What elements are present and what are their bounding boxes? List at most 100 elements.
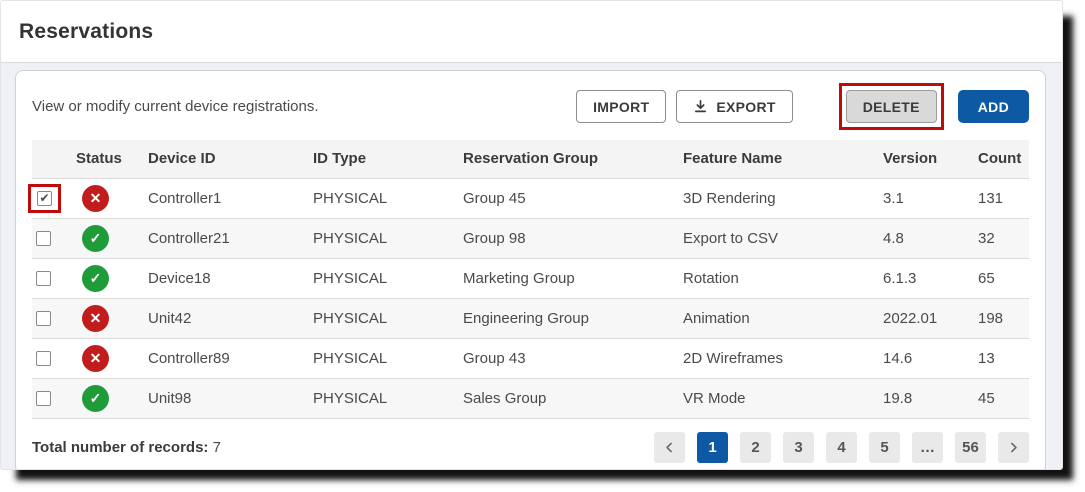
cell-id-type: PHYSICAL bbox=[309, 338, 459, 378]
column-header-feature-name: Feature Name bbox=[679, 140, 879, 178]
column-header-device-id: Device ID bbox=[144, 140, 309, 178]
cell-id-type: PHYSICAL bbox=[309, 298, 459, 338]
column-header-status: Status bbox=[72, 140, 144, 178]
cell-id-type: PHYSICAL bbox=[309, 258, 459, 298]
toolbar-actions: IMPORT EXPORT DELETE ADD bbox=[576, 83, 1029, 130]
cell-version: 19.8 bbox=[879, 378, 974, 418]
status-ok-icon: ✓ bbox=[82, 225, 109, 252]
cell-reservation-group: Engineering Group bbox=[459, 298, 679, 338]
cell-device-id: Unit42 bbox=[144, 298, 309, 338]
cell-version: 14.6 bbox=[879, 338, 974, 378]
import-button[interactable]: IMPORT bbox=[576, 90, 666, 123]
column-header-reservation-group: Reservation Group bbox=[459, 140, 679, 178]
page-button-56[interactable]: 56 bbox=[955, 432, 986, 463]
cell-feature-name: 2D Wireframes bbox=[679, 338, 879, 378]
cell-select: ✔ bbox=[32, 178, 72, 218]
app-window: Reservations View or modify current devi… bbox=[0, 0, 1063, 470]
cell-count: 198 bbox=[974, 298, 1029, 338]
cell-version: 3.1 bbox=[879, 178, 974, 218]
row-select-checkbox[interactable] bbox=[36, 231, 51, 246]
panel-toolbar: View or modify current device registrati… bbox=[32, 83, 1029, 130]
cell-version: 4.8 bbox=[879, 218, 974, 258]
column-header-count: Count bbox=[974, 140, 1029, 178]
row-select-checkbox[interactable] bbox=[36, 311, 51, 326]
status-error-icon: ✕ bbox=[82, 185, 109, 212]
cell-reservation-group: Group 43 bbox=[459, 338, 679, 378]
cell-count: 45 bbox=[974, 378, 1029, 418]
chevron-left-icon bbox=[663, 441, 676, 454]
records-total: Total number of records: 7 bbox=[32, 439, 221, 456]
cell-device-id: Device18 bbox=[144, 258, 309, 298]
add-button[interactable]: ADD bbox=[958, 90, 1029, 123]
cell-feature-name: Rotation bbox=[679, 258, 879, 298]
annotation-box-checkbox: ✔ bbox=[28, 184, 61, 213]
cell-version: 6.1.3 bbox=[879, 258, 974, 298]
annotation-box-delete: DELETE bbox=[839, 83, 944, 130]
reservations-panel: View or modify current device registrati… bbox=[15, 70, 1046, 470]
cell-count: 65 bbox=[974, 258, 1029, 298]
prev-page-button[interactable] bbox=[654, 432, 685, 463]
cell-status: ✓ bbox=[72, 218, 144, 258]
row-select-checkbox[interactable] bbox=[36, 391, 51, 406]
page-button-3[interactable]: 3 bbox=[783, 432, 814, 463]
page-button-1[interactable]: 1 bbox=[697, 432, 728, 463]
row-select-checkbox[interactable] bbox=[36, 351, 51, 366]
table-row: ✕Unit42PHYSICALEngineering GroupAnimatio… bbox=[32, 298, 1029, 338]
table-header-row: StatusDevice IDID TypeReservation GroupF… bbox=[32, 140, 1029, 178]
cell-version: 2022.01 bbox=[879, 298, 974, 338]
export-button[interactable]: EXPORT bbox=[676, 90, 792, 123]
table-row: ✓Controller21PHYSICALGroup 98Export to C… bbox=[32, 218, 1029, 258]
next-page-button[interactable] bbox=[998, 432, 1029, 463]
cell-feature-name: 3D Rendering bbox=[679, 178, 879, 218]
row-select-checkbox[interactable]: ✔ bbox=[37, 191, 52, 206]
cell-reservation-group: Group 45 bbox=[459, 178, 679, 218]
records-total-value: 7 bbox=[213, 439, 221, 456]
table-row: ✓Unit98PHYSICALSales GroupVR Mode19.845 bbox=[32, 378, 1029, 418]
pagination: 12345 … 56 bbox=[654, 432, 1029, 463]
status-ok-icon: ✓ bbox=[82, 265, 109, 292]
cell-select bbox=[32, 258, 72, 298]
cell-status: ✓ bbox=[72, 258, 144, 298]
page-button-5[interactable]: 5 bbox=[869, 432, 900, 463]
panel-description: View or modify current device registrati… bbox=[32, 98, 319, 115]
cell-select bbox=[32, 338, 72, 378]
cell-id-type: PHYSICAL bbox=[309, 378, 459, 418]
page-button-2[interactable]: 2 bbox=[740, 432, 771, 463]
table-row: ✓ Device18PHYSICALMarketing GroupRotation… bbox=[32, 258, 1029, 298]
page-body: View or modify current device registrati… bbox=[1, 63, 1062, 470]
cell-feature-name: Export to CSV bbox=[679, 218, 879, 258]
page-button-4[interactable]: 4 bbox=[826, 432, 857, 463]
cell-status: ✕ bbox=[72, 298, 144, 338]
cell-reservation-group: Group 98 bbox=[459, 218, 679, 258]
cell-select bbox=[32, 298, 72, 338]
reservations-table: StatusDevice IDID TypeReservation GroupF… bbox=[32, 140, 1029, 419]
cell-count: 13 bbox=[974, 338, 1029, 378]
cell-count: 131 bbox=[974, 178, 1029, 218]
page-ellipsis-button[interactable]: … bbox=[912, 432, 943, 463]
records-total-label: Total number of records: bbox=[32, 439, 208, 456]
chevron-right-icon bbox=[1007, 441, 1020, 454]
cell-reservation-group: Sales Group bbox=[459, 378, 679, 418]
cell-status: ✓ bbox=[72, 378, 144, 418]
cell-select bbox=[32, 218, 72, 258]
cell-device-id: Controller89 bbox=[144, 338, 309, 378]
row-select-checkbox[interactable] bbox=[36, 271, 51, 286]
panel-footer: Total number of records: 7 12345 … 56 bbox=[32, 432, 1029, 463]
table-row: ✕ Controller89PHYSICALGroup 432D Wirefram… bbox=[32, 338, 1029, 378]
delete-button[interactable]: DELETE bbox=[846, 90, 937, 123]
table-body: ✔✕Controller1PHYSICALGroup 453D Renderin… bbox=[32, 178, 1029, 418]
column-header-select bbox=[32, 140, 72, 178]
page-header: Reservations bbox=[1, 1, 1062, 63]
column-header-version: Version bbox=[879, 140, 974, 178]
cell-count: 32 bbox=[974, 218, 1029, 258]
table-row: ✔✕Controller1PHYSICALGroup 453D Renderin… bbox=[32, 178, 1029, 218]
download-icon bbox=[693, 99, 708, 114]
cell-feature-name: VR Mode bbox=[679, 378, 879, 418]
cell-id-type: PHYSICAL bbox=[309, 218, 459, 258]
export-button-label: EXPORT bbox=[716, 99, 775, 115]
cell-reservation-group: Marketing Group bbox=[459, 258, 679, 298]
cell-status: ✕ bbox=[72, 178, 144, 218]
cell-status: ✕ bbox=[72, 338, 144, 378]
status-error-icon: ✕ bbox=[82, 345, 109, 372]
cell-select bbox=[32, 378, 72, 418]
